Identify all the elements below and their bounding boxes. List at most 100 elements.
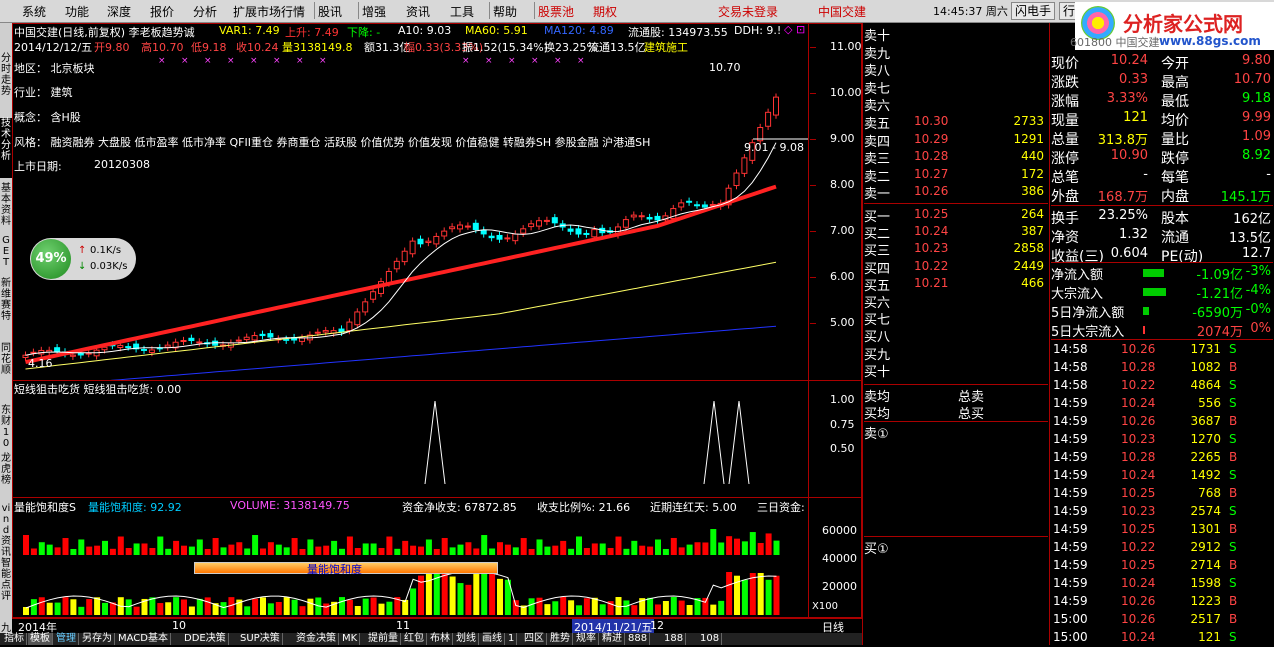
flash-trade-button[interactable]: 闪电手 bbox=[1011, 2, 1056, 20]
header-field: 下降: - bbox=[347, 26, 381, 39]
login-status[interactable]: 交易未登录 bbox=[718, 3, 778, 20]
order-book-row[interactable]: 卖七 bbox=[864, 78, 1048, 97]
order-book-row[interactable]: 买五 10.21 466 bbox=[864, 275, 1048, 294]
menu-item[interactable]: 期权 bbox=[593, 3, 617, 20]
order-book-row[interactable]: 买八 bbox=[864, 326, 1048, 345]
bottom-tab[interactable]: MK bbox=[340, 633, 361, 645]
order-book-row[interactable]: 卖八 bbox=[864, 60, 1048, 79]
menu-item[interactable]: 报价 bbox=[150, 3, 174, 20]
left-tab[interactable]: 技术分析 bbox=[0, 118, 12, 178]
bottom-tab[interactable]: 模板 bbox=[28, 633, 53, 645]
bottom-tab[interactable]: 指标 bbox=[2, 633, 27, 645]
left-tab[interactable]: 基本资料 bbox=[0, 183, 12, 231]
bottom-tab[interactable]: 888 bbox=[626, 633, 651, 645]
candle-body bbox=[251, 335, 258, 341]
tick-direction: B bbox=[1229, 414, 1238, 428]
menu-item[interactable]: 系统 bbox=[22, 3, 46, 20]
indicator1-chart[interactable] bbox=[13, 396, 808, 497]
left-tab[interactable]: 新维赛特 bbox=[0, 278, 12, 338]
bottom-tab[interactable]: 红包 bbox=[402, 633, 427, 645]
tick-row: 14:59 10.23 1270 S bbox=[1051, 431, 1273, 449]
menu-item[interactable]: 深度 bbox=[107, 3, 131, 20]
clock: 14:45:37 周六 bbox=[933, 5, 1008, 18]
candlestick-chart[interactable]: × × × × × × × × × × × × × × bbox=[13, 54, 808, 380]
order-book-row[interactable]: 买七 bbox=[864, 309, 1048, 328]
volume-bar bbox=[757, 572, 764, 615]
menu-item[interactable]: 功能 bbox=[65, 3, 89, 20]
quote-label: 换手 bbox=[1051, 211, 1079, 227]
volume-bar bbox=[78, 606, 85, 615]
fund-bar bbox=[765, 533, 772, 555]
quote-value: 121 bbox=[1123, 110, 1148, 125]
fund-bar bbox=[623, 548, 630, 555]
tick-volume: 3687 bbox=[1190, 414, 1221, 428]
bottom-tab[interactable]: SUP决策 bbox=[238, 633, 283, 645]
bottom-tab[interactable]: 另存为 bbox=[80, 633, 115, 645]
order-book-row[interactable]: 买十 bbox=[864, 361, 1048, 380]
order-book-row[interactable]: 买九 bbox=[864, 344, 1048, 363]
menu-item[interactable]: 分析 bbox=[193, 3, 217, 20]
buy-queue-label[interactable]: 买① bbox=[864, 538, 889, 557]
bottom-tab[interactable]: 188 bbox=[662, 633, 687, 645]
fund-bar bbox=[299, 548, 306, 555]
volume-bar bbox=[544, 604, 551, 615]
order-book-row[interactable]: 卖三 10.28 440 bbox=[864, 148, 1048, 167]
quote-label: 外盘 bbox=[1051, 189, 1079, 205]
order-volume: 264 bbox=[1021, 207, 1044, 221]
bottom-tab[interactable]: 划线 bbox=[454, 633, 479, 645]
left-tab[interactable]: 智能点评 bbox=[0, 558, 12, 618]
volume-bar bbox=[260, 597, 266, 615]
menu-item[interactable]: 工具 bbox=[450, 3, 474, 20]
bottom-tab[interactable]: 规率 bbox=[574, 633, 599, 645]
menu-separator bbox=[489, 2, 490, 19]
signal-marker: × bbox=[296, 56, 304, 66]
menu-item[interactable]: 增强 bbox=[362, 3, 386, 20]
menu-item[interactable]: 扩展市场行情 bbox=[233, 3, 305, 20]
bottom-tab[interactable]: 四区 bbox=[522, 633, 547, 645]
left-tab[interactable]: vi nd 资讯 bbox=[0, 503, 12, 558]
bottom-tab[interactable]: MACD基本 bbox=[116, 633, 171, 645]
order-book-row[interactable]: 卖二 10.27 172 bbox=[864, 166, 1048, 185]
bottom-tab[interactable]: 1 bbox=[506, 633, 518, 645]
menu-item[interactable]: 股讯 bbox=[318, 3, 342, 20]
indicator1-title: 短线狙击吃货 短线狙击吃货: 0.00 bbox=[14, 383, 182, 396]
order-book-row[interactable]: 卖九 bbox=[864, 43, 1048, 62]
bottom-tab[interactable]: 胜势 bbox=[548, 633, 573, 645]
bottom-tab[interactable]: 108 bbox=[698, 633, 723, 645]
sell-queue-label[interactable]: 卖① bbox=[864, 423, 889, 442]
menu-item[interactable]: 资讯 bbox=[406, 3, 430, 20]
tick-time: 14:59 bbox=[1053, 468, 1088, 482]
order-book-row[interactable]: 买四 10.22 2449 bbox=[864, 258, 1048, 277]
order-book-row[interactable]: 卖一 10.26 386 bbox=[864, 183, 1048, 202]
bottom-tab[interactable]: DDE决策 bbox=[182, 633, 229, 645]
order-level-label: 卖五 bbox=[864, 117, 891, 132]
left-tab[interactable]: 东财10 bbox=[0, 405, 12, 449]
order-book-row[interactable]: 卖五 10.30 2733 bbox=[864, 113, 1048, 132]
bottom-tab[interactable]: 精进 bbox=[600, 633, 625, 645]
order-book-row[interactable]: 卖十 bbox=[864, 25, 1048, 44]
left-tab[interactable]: 龙虎榜 bbox=[0, 453, 12, 498]
order-price: 10.22 bbox=[914, 259, 949, 273]
order-book-row[interactable]: 卖六 bbox=[864, 95, 1048, 114]
bottom-tab[interactable]: 提前量 bbox=[366, 633, 401, 645]
quote-value: 12.7 bbox=[1242, 246, 1271, 261]
order-book-row[interactable]: 买一 10.25 264 bbox=[864, 206, 1048, 225]
menu-item[interactable]: 股票池 bbox=[538, 3, 574, 20]
order-book-row[interactable]: 买三 10.23 2858 bbox=[864, 240, 1048, 259]
order-book-row[interactable]: 买二 10.24 387 bbox=[864, 223, 1048, 242]
bottom-tab[interactable]: 布林 bbox=[428, 633, 453, 645]
volume-bar bbox=[576, 605, 582, 615]
ma120-line bbox=[110, 325, 777, 380]
left-tab[interactable]: 同花顺 bbox=[0, 343, 12, 398]
order-book-row[interactable]: 卖四 10.29 1291 bbox=[864, 131, 1048, 150]
order-book-row[interactable]: 买六 bbox=[864, 292, 1048, 311]
order-volume: 386 bbox=[1021, 184, 1044, 198]
bottom-tab[interactable]: 画线 bbox=[480, 633, 505, 645]
quote-value: 162亿 bbox=[1233, 212, 1271, 227]
left-tab[interactable]: 分时走势 bbox=[0, 53, 12, 113]
menu-item[interactable]: 帮助 bbox=[493, 3, 517, 20]
left-tab[interactable]: GET bbox=[0, 235, 12, 275]
candle-body bbox=[393, 260, 400, 270]
bottom-tab[interactable]: 资金决策 bbox=[294, 633, 339, 645]
bottom-tab[interactable]: 管理 bbox=[54, 633, 79, 645]
